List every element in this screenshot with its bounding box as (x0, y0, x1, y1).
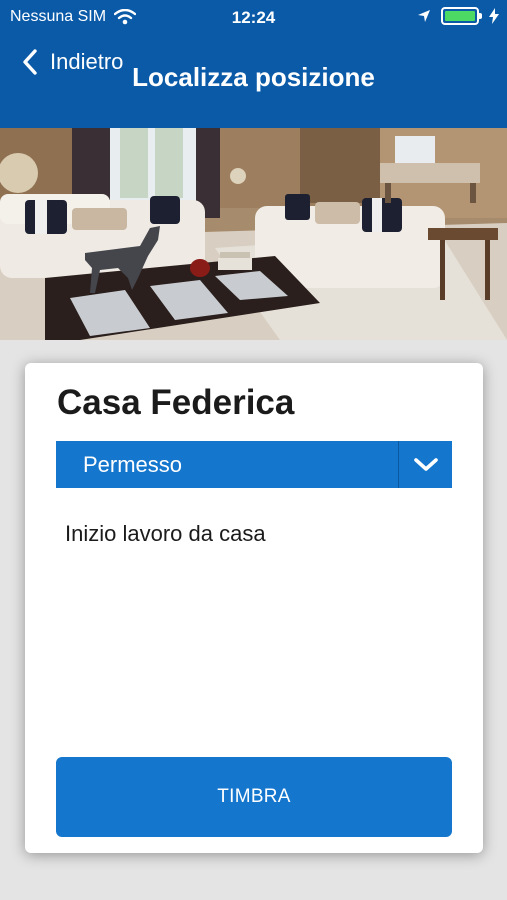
charging-bolt-icon (489, 8, 499, 24)
status-bar: Nessuna SIM 12:24 (0, 0, 507, 34)
entry-description: Inizio lavoro da casa (65, 521, 266, 546)
status-indicators (417, 7, 499, 25)
location-arrow-icon (418, 10, 430, 22)
chevron-down-icon (414, 458, 438, 471)
type-select[interactable]: Permesso (56, 441, 452, 488)
select-divider (398, 441, 399, 488)
battery-level (445, 11, 475, 21)
type-select-value: Permesso (83, 452, 183, 477)
location-card: Casa Federica Permesso Inizio lavoro da … (25, 363, 483, 853)
timbra-button[interactable]: TIMBRA (56, 757, 452, 837)
battery-icon (441, 7, 482, 25)
location-title: Casa Federica (57, 383, 295, 422)
header: Nessuna SIM 12:24 Indietro Localizza pos… (0, 0, 507, 128)
location-photo (0, 128, 507, 340)
page-title: Localizza posizione (132, 62, 375, 92)
